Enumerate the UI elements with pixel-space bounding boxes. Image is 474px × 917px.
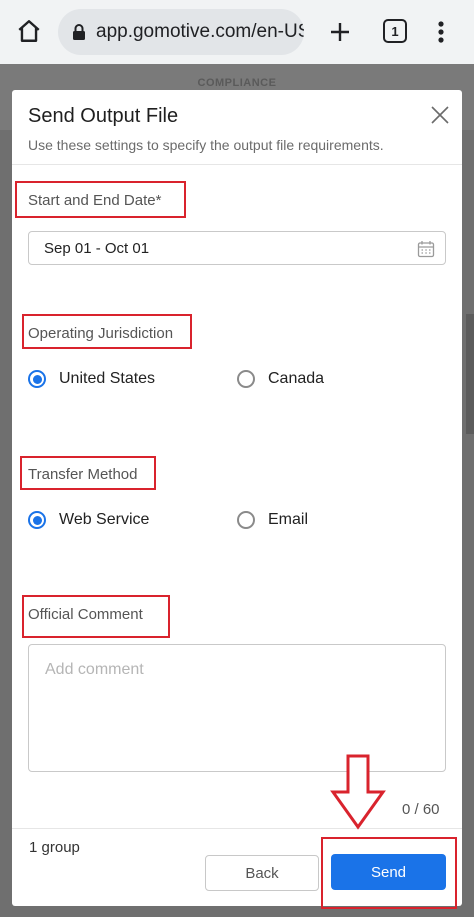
home-icon[interactable] [12,14,46,48]
radio-label-email: Email [268,511,309,528]
background-scrollbar [466,314,474,434]
radio-web-service[interactable]: Web Service [28,511,149,529]
tab-switcher-button[interactable]: 1 [383,19,407,43]
comment-placeholder: Add comment [45,661,144,678]
comment-section-label: Official Comment [28,606,143,623]
radio-button-checked[interactable] [28,370,46,388]
lock-icon [70,23,88,41]
radio-label-united-states: United States [59,370,156,387]
date-section-label: Start and End Date* [28,192,162,209]
close-icon[interactable] [428,103,452,127]
date-range-input[interactable]: Sep 01 - Oct 01 [28,231,446,265]
official-comment-input[interactable]: Add comment [28,644,446,772]
annotation-arrow-icon [330,754,386,830]
send-button-highlight [321,837,457,909]
modal-divider [12,164,462,165]
footer-divider [12,828,462,829]
tab-count: 1 [391,23,399,39]
new-tab-icon[interactable] [322,14,358,50]
radio-button-checked[interactable] [28,511,46,529]
jurisdiction-section-label: Operating Jurisdiction [28,325,174,342]
character-counter: 0 / 60 [402,801,440,818]
browser-toolbar: app.gomotive.com/en-US 1 [0,0,474,64]
send-output-file-modal: Send Output File Use these settings to s… [12,90,462,909]
more-menu-icon[interactable] [428,14,454,50]
radio-label-canada: Canada [268,370,325,387]
calendar-icon[interactable] [417,240,435,258]
radio-button-unchecked[interactable] [237,511,255,529]
background-page-title: COMPLIANCE [197,77,277,89]
radio-email[interactable]: Email [237,511,308,529]
modal-subtitle: Use these settings to specify the output… [28,137,384,153]
radio-label-web-service: Web Service [59,511,150,528]
url-text: app.gomotive.com/en-US [96,21,304,42]
date-range-value: Sep 01 - Oct 01 [44,239,150,257]
radio-canada[interactable]: Canada [237,370,324,388]
transfer-section-label: Transfer Method [28,466,138,483]
radio-button-unchecked[interactable] [237,370,255,388]
modal-title: Send Output File [28,105,179,127]
address-bar[interactable]: app.gomotive.com/en-US [58,9,304,55]
group-count: 1 group [29,839,80,856]
radio-united-states[interactable]: United States [28,370,155,388]
back-button[interactable]: Back [205,855,319,891]
